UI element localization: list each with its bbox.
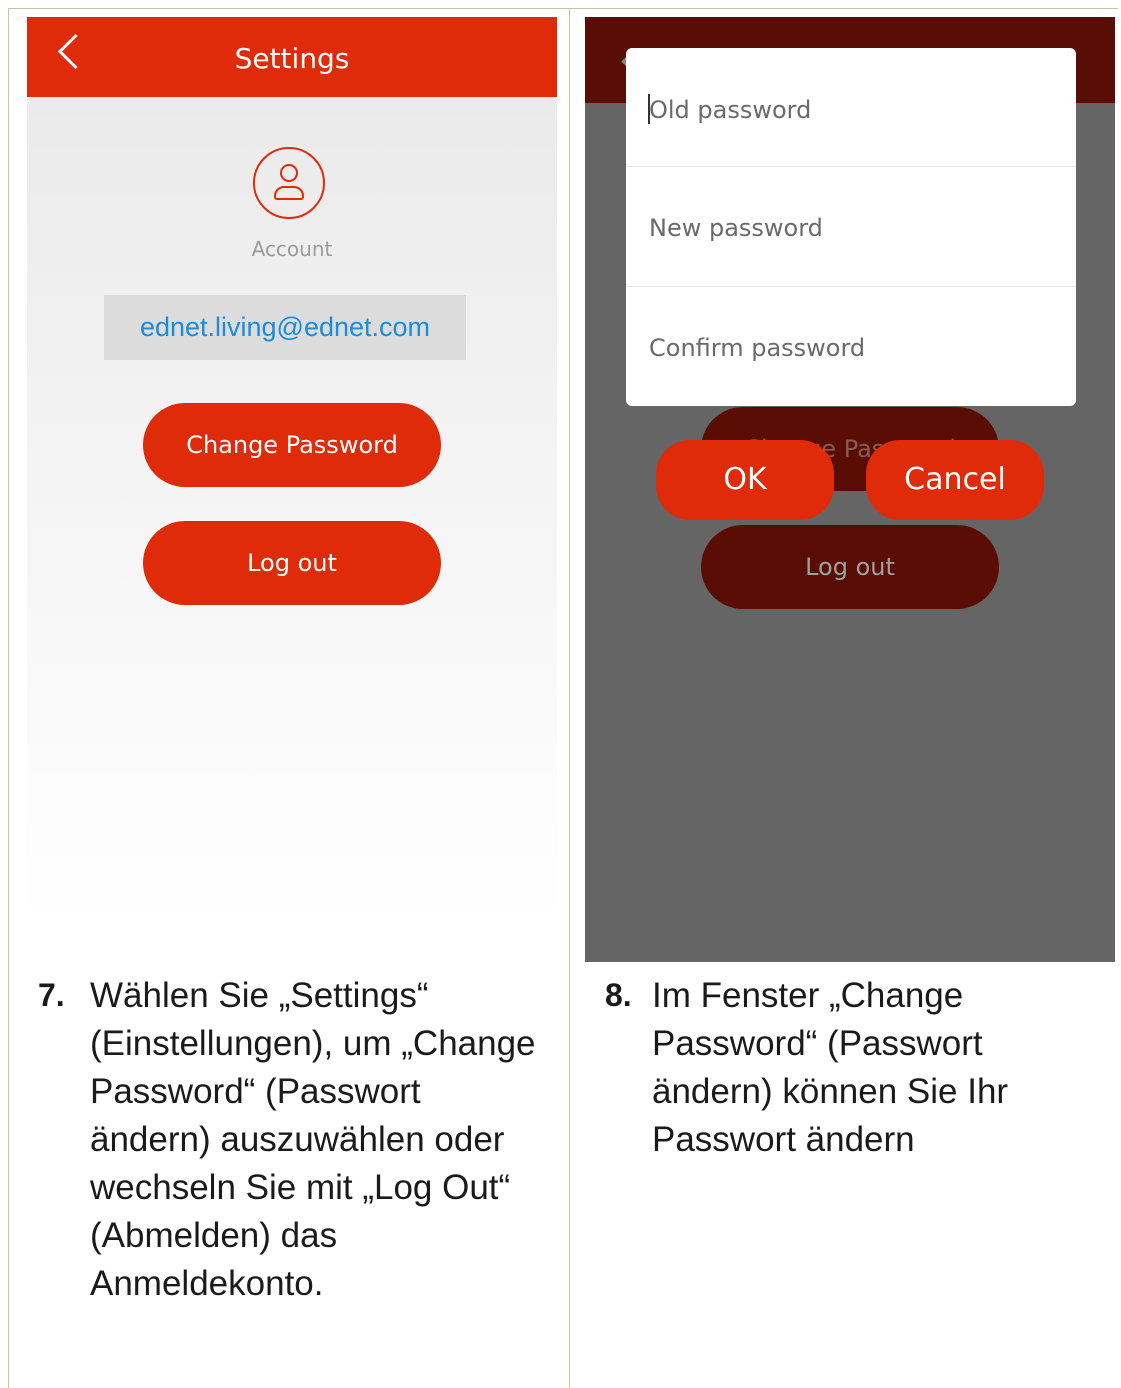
cancel-button[interactable]: Cancel [866,440,1044,520]
table-border-top [8,8,1118,9]
change-password-button[interactable]: Change Password [143,403,441,487]
settings-screen: Settings Account ednet.living@ednet.com … [27,17,557,922]
table-border-middle [569,8,570,1388]
account-label: Account [251,237,333,261]
step-description: Wählen Sie „Settings“ (Einstellungen), u… [90,976,536,1303]
confirm-password-placeholder: Confirm password [649,334,866,362]
step-description: Im Fenster „Change Password“ (Passwort ä… [652,976,1009,1159]
avatar-body [274,186,304,200]
email-text: ednet.living@ednet.com [139,312,431,342]
dimmed-log-out-button: Log out [701,525,999,609]
old-password-placeholder: Old password [649,96,812,124]
avatar-head [280,164,298,182]
confirm-password-field[interactable]: Confirm password [626,288,1076,406]
email-display: ednet.living@ednet.com [104,295,466,360]
log-out-button[interactable]: Log out [143,521,441,605]
page-title: Settings [234,42,350,75]
app-bar: Settings [27,17,557,97]
change-password-screen: Change Password Log out Old password New… [585,17,1115,962]
old-password-field[interactable]: Old password [626,48,1076,167]
new-password-placeholder: New password [649,214,823,242]
change-password-dialog: Old password New password Confirm passwo… [626,48,1076,406]
ok-button[interactable]: OK [656,440,834,520]
step-number: 7. [38,977,65,1013]
new-password-field[interactable]: New password [626,168,1076,287]
table-border-left [8,8,9,1388]
account-icon [253,147,325,219]
step-number: 8. [605,977,632,1013]
